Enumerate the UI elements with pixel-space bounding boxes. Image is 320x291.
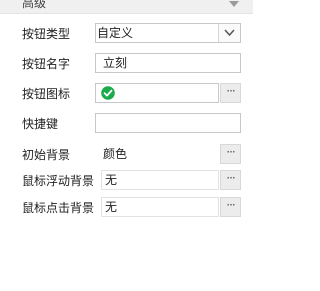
button-type-value: 自定义 <box>97 26 134 40</box>
shortcut-row: 快捷键 <box>0 113 253 135</box>
hover-background-more-button[interactable]: ··· <box>220 170 241 190</box>
collapse-caret-icon[interactable] <box>229 1 239 7</box>
initial-background-label: 初始背景 <box>22 148 71 162</box>
hover-background-label: 鼠标浮动背景 <box>22 174 95 188</box>
button-type-select[interactable]: 自定义 <box>95 23 241 43</box>
button-type-dropdown-button[interactable] <box>218 24 240 42</box>
button-type-label: 按钮类型 <box>22 27 71 41</box>
click-background-row: 鼠标点击背景 无 ··· <box>0 197 253 219</box>
check-circle-icon <box>101 86 115 100</box>
button-name-row: 按钮名字 立刻 <box>0 53 253 75</box>
section-title: 高级 <box>22 0 47 10</box>
button-icon-label: 按钮图标 <box>22 87 71 101</box>
shortcut-label: 快捷键 <box>22 117 59 131</box>
hover-background-value: 无 <box>105 173 118 187</box>
button-icon-field[interactable] <box>95 83 219 103</box>
button-name-input[interactable]: 立刻 <box>95 53 241 73</box>
hover-background-row: 鼠标浮动背景 无 ··· <box>0 170 253 192</box>
button-icon-more-button[interactable]: ··· <box>220 83 241 103</box>
click-background-label: 鼠标点击背景 <box>22 201 95 215</box>
click-background-value: 无 <box>105 200 118 214</box>
button-name-label: 按钮名字 <box>22 57 71 71</box>
initial-background-more-button[interactable]: ··· <box>220 144 241 164</box>
initial-background-field[interactable]: 颜色 <box>95 144 219 164</box>
button-type-row: 按钮类型 自定义 <box>0 23 253 45</box>
button-name-value: 立刻 <box>103 56 128 70</box>
click-background-field[interactable]: 无 <box>101 197 219 217</box>
chevron-down-icon <box>224 29 235 37</box>
hover-background-field[interactable]: 无 <box>101 170 219 190</box>
initial-background-row: 初始背景 颜色 ··· <box>0 144 253 166</box>
shortcut-input[interactable] <box>95 113 241 133</box>
click-background-more-button[interactable]: ··· <box>220 197 241 217</box>
advanced-section-header[interactable]: 高级 <box>0 0 253 14</box>
initial-background-value: 颜色 <box>103 147 128 161</box>
button-icon-row: 按钮图标 ··· <box>0 83 253 105</box>
